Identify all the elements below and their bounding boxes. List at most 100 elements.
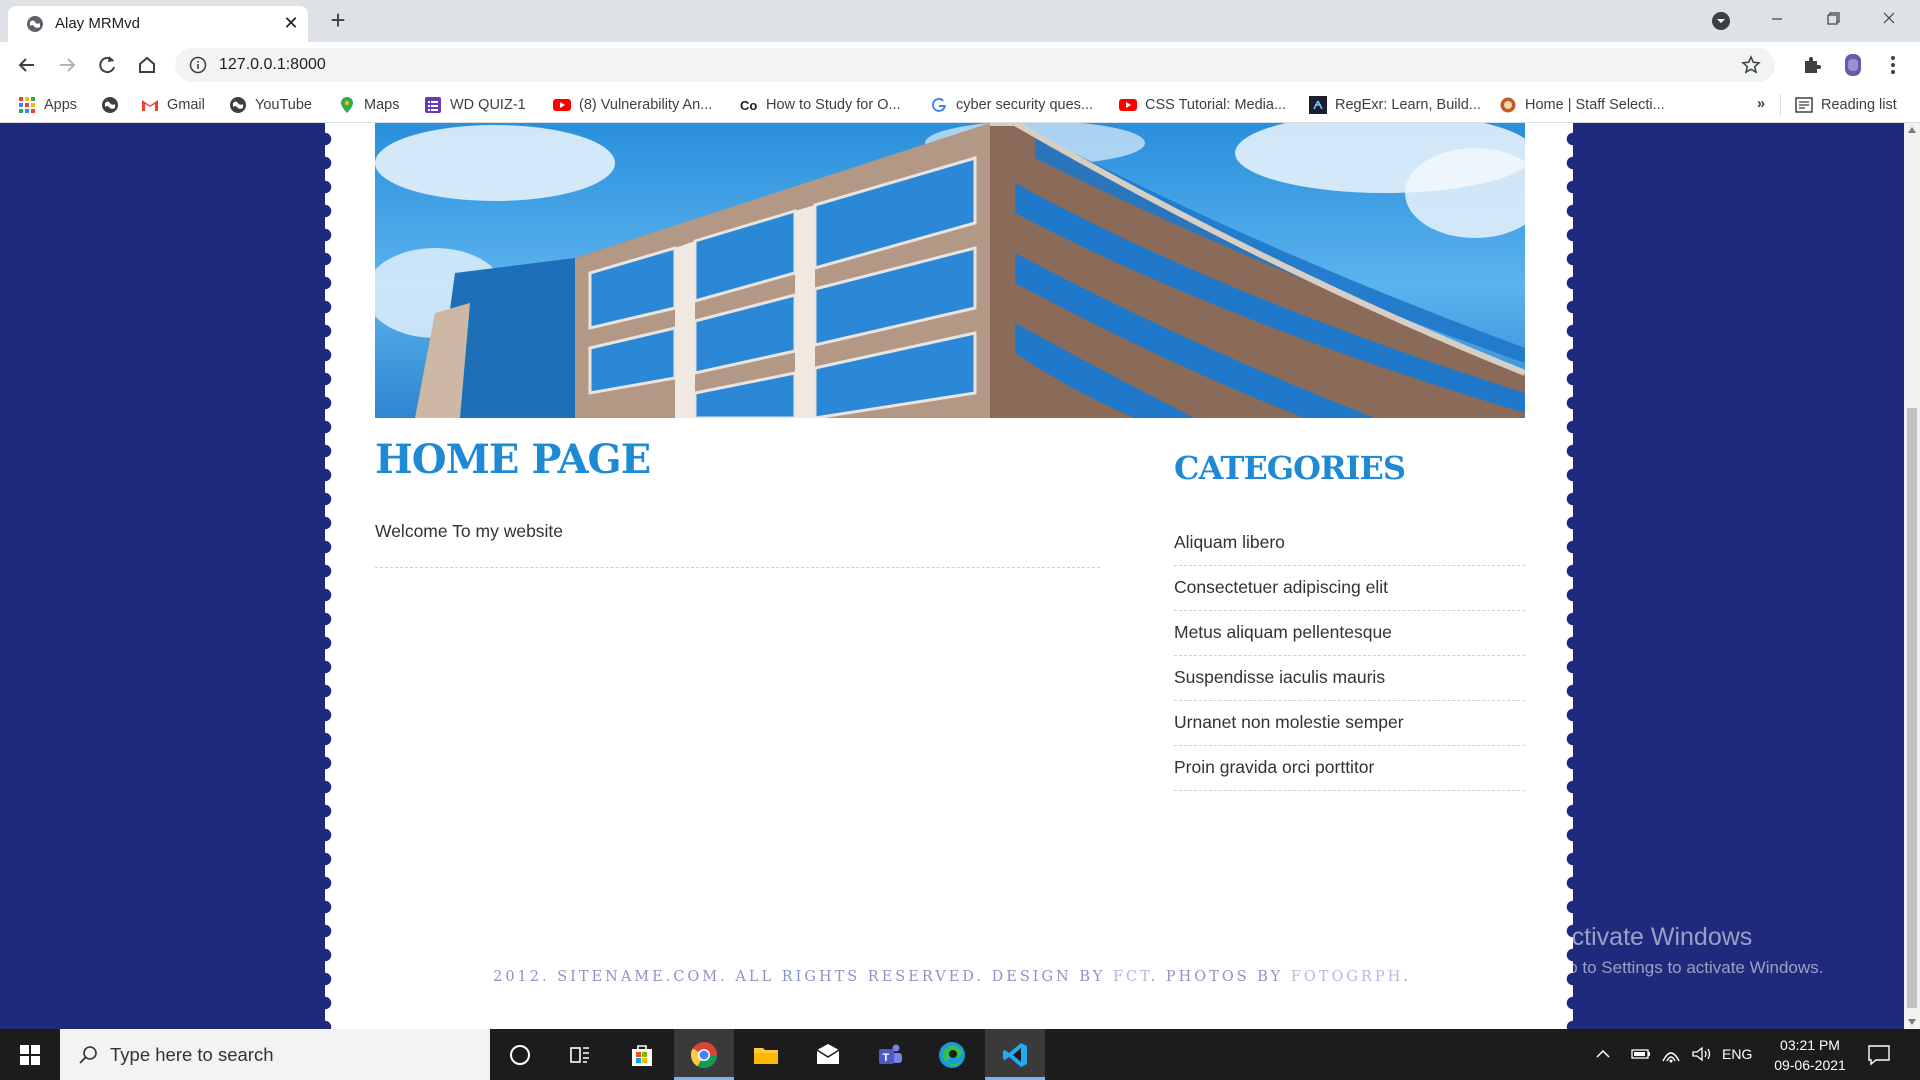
bookmark-cyber-security[interactable]: cyber security ques... — [930, 96, 1093, 116]
reading-list-icon — [1795, 97, 1813, 113]
store-bag-icon — [632, 1045, 652, 1066]
category-link[interactable]: Urnanet non molestie semper — [1174, 701, 1525, 746]
bookmarks-divider — [1780, 94, 1781, 116]
new-tab-button[interactable]: + — [324, 7, 352, 35]
footer-text: 2012. SITENAME.COM. ALL RIGHTS RESERVED.… — [493, 969, 1113, 985]
file-explorer-button[interactable] — [736, 1029, 796, 1080]
task-view-button[interactable] — [550, 1029, 610, 1080]
bookmark-staff-selection[interactable]: Home | Staff Selecti... — [1499, 96, 1665, 116]
clock-time: 03:21 PM — [1780, 1037, 1840, 1053]
categories-heading: CATEGORIES — [1174, 449, 1406, 487]
category-link[interactable]: Metus aliquam pellentesque — [1174, 611, 1525, 656]
scrollbar-thumb[interactable] — [1907, 408, 1917, 1008]
chevron-up-icon[interactable] — [1595, 1047, 1611, 1061]
footer-text: . — [1403, 969, 1411, 985]
profile-avatar-icon[interactable] — [1838, 50, 1868, 80]
activate-windows-watermark: Activate Windows Go to Settings to activ… — [1555, 923, 1823, 978]
bookmark-regexr[interactable]: RegExr: Learn, Build... — [1309, 96, 1481, 116]
bookmark-maps[interactable]: Maps — [338, 96, 399, 116]
edge-button[interactable] — [922, 1029, 982, 1080]
home-icon[interactable] — [132, 50, 162, 80]
bookmark-youtube[interactable]: YouTube — [229, 96, 312, 116]
regexr-icon — [1309, 96, 1327, 114]
co-icon: Co. — [740, 98, 758, 113]
category-link[interactable]: Aliquam libero — [1174, 521, 1525, 566]
watermark-title: Activate Windows — [1555, 923, 1753, 951]
taskbar-search-box[interactable]: Type here to search — [60, 1029, 490, 1080]
welcome-text: Welcome To my website — [375, 521, 564, 541]
bookmark-gmail[interactable]: Gmail — [141, 96, 205, 116]
scroll-down-arrow-icon[interactable] — [1908, 1019, 1916, 1025]
apps-grid-icon — [19, 97, 35, 113]
extensions-puzzle-icon[interactable] — [1797, 50, 1827, 80]
category-link[interactable]: Proin gravida orci porttitor — [1174, 746, 1525, 791]
search-icon — [79, 1046, 97, 1064]
globe-icon — [230, 97, 246, 113]
bookmark-vulnerability[interactable]: (8) Vulnerability An... — [553, 96, 712, 116]
back-arrow-icon[interactable] — [12, 50, 42, 80]
watermark-subtitle: Go to Settings to activate Windows. — [1555, 958, 1824, 977]
cortana-button[interactable] — [490, 1029, 550, 1080]
close-icon — [1883, 12, 1895, 24]
address-bar[interactable]: 127.0.0.1:8000 — [175, 48, 1775, 82]
minimize-icon — [1772, 18, 1782, 20]
minimize-button[interactable] — [1750, 0, 1804, 40]
bookmark-globe[interactable] — [101, 96, 127, 116]
bookmark-star-icon[interactable] — [1741, 55, 1761, 75]
reading-list-button[interactable]: Reading list — [1795, 96, 1897, 116]
bookmark-wd-quiz[interactable]: WD QUIZ-1 — [424, 96, 526, 116]
volume-icon[interactable] — [1691, 1045, 1713, 1063]
vscode-button[interactable] — [985, 1029, 1045, 1080]
restore-icon — [1827, 12, 1840, 25]
forward-arrow-icon[interactable] — [52, 50, 82, 80]
menu-kebab-icon[interactable] — [1878, 50, 1908, 80]
folder-icon — [754, 1048, 778, 1064]
edge-icon — [939, 1042, 965, 1068]
teams-button[interactable]: T — [860, 1029, 920, 1080]
clock-date: 09-06-2021 — [1774, 1057, 1846, 1073]
microsoft-store-button[interactable] — [612, 1029, 672, 1080]
category-link[interactable]: Suspendisse iaculis mauris — [1174, 656, 1525, 701]
scroll-up-arrow-icon[interactable] — [1908, 127, 1916, 133]
globe-icon — [102, 97, 118, 113]
content-divider — [375, 567, 1100, 568]
site-info-icon[interactable] — [189, 56, 207, 74]
url-text[interactable]: 127.0.0.1:8000 — [219, 56, 326, 74]
battery-icon[interactable] — [1631, 1046, 1651, 1062]
notifications-icon[interactable] — [1866, 1043, 1892, 1067]
chrome-icon — [690, 1042, 718, 1069]
mail-envelope-icon — [816, 1044, 840, 1064]
taskbar-clock[interactable]: 03:21 PM 09-06-2021 — [1760, 1035, 1860, 1075]
emblem-icon — [1500, 97, 1516, 113]
bookmark-apps[interactable]: Apps — [18, 96, 77, 116]
page-viewport: HOME PAGE Welcome To my website CATEGORI… — [0, 123, 1904, 1029]
bookmark-css-tutorial[interactable]: CSS Tutorial: Media... — [1119, 96, 1286, 116]
browser-tab[interactable]: Alay MRMvd ✕ — [8, 6, 308, 42]
vscode-icon — [1003, 1043, 1027, 1067]
forms-icon — [425, 97, 441, 113]
svg-text:T: T — [883, 1052, 890, 1064]
building-photo — [375, 123, 1525, 418]
wifi-icon[interactable] — [1661, 1045, 1681, 1063]
chrome-taskbar-button[interactable] — [674, 1029, 734, 1080]
input-language[interactable]: ENG — [1722, 1046, 1752, 1062]
footer-photos-link[interactable]: FOTOGRPH — [1291, 969, 1403, 985]
tab-search-icon[interactable] — [1710, 10, 1732, 32]
tab-title: Alay MRMvd — [55, 15, 141, 32]
bookmark-how-to-study[interactable]: Co.How to Study for O... — [740, 96, 901, 116]
mail-button[interactable] — [798, 1029, 858, 1080]
maps-pin-icon — [341, 97, 353, 113]
footer-design-link[interactable]: FCT — [1113, 969, 1151, 985]
bookmarks-overflow-button[interactable]: » — [1757, 96, 1765, 116]
reload-icon[interactable] — [92, 50, 122, 80]
gmail-icon — [142, 100, 158, 111]
tab-close-icon[interactable]: ✕ — [280, 12, 302, 34]
page-title: HOME PAGE — [375, 436, 651, 483]
youtube-icon — [1119, 99, 1137, 111]
close-window-button[interactable] — [1862, 0, 1916, 40]
start-button[interactable] — [0, 1029, 60, 1080]
restore-button[interactable] — [1806, 0, 1860, 40]
teams-icon: T — [879, 1044, 902, 1064]
category-link[interactable]: Consectetuer adipiscing elit — [1174, 566, 1525, 611]
page-scrollbar[interactable] — [1904, 123, 1920, 1029]
